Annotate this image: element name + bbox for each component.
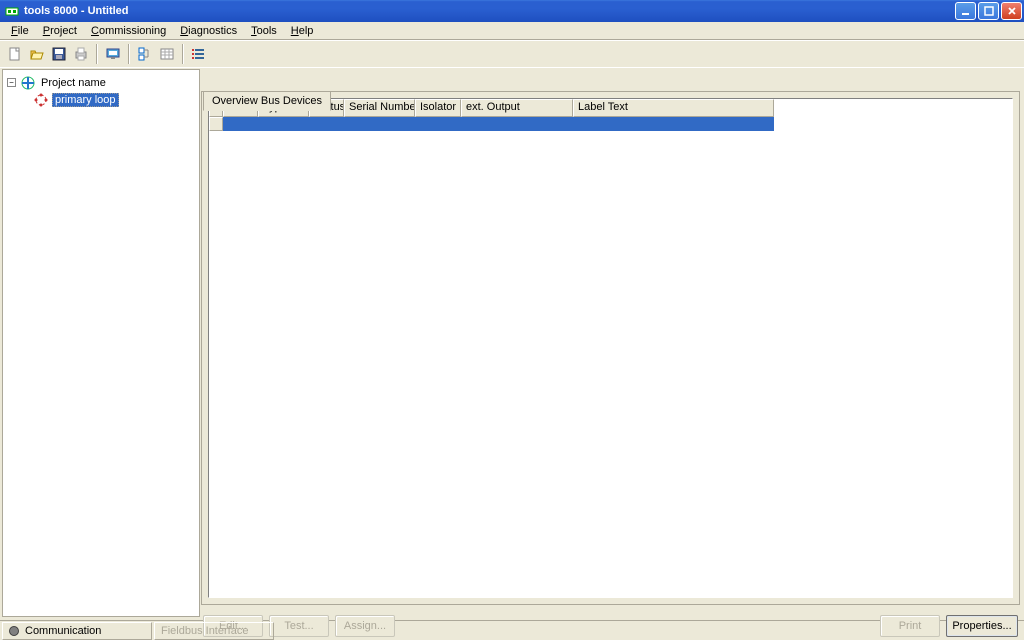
spacer bbox=[401, 615, 874, 637]
project-tree[interactable]: − Project name primary loop bbox=[3, 70, 199, 112]
save-icon[interactable] bbox=[49, 44, 69, 64]
grid-body bbox=[209, 131, 1012, 597]
col-label-text[interactable]: Label Text bbox=[573, 99, 774, 117]
cell-sa bbox=[223, 117, 258, 131]
assign-button[interactable]: Assign... bbox=[335, 615, 395, 637]
menu-help[interactable]: Help bbox=[284, 23, 321, 39]
menubar: File Project Commissioning Diagnostics T… bbox=[0, 22, 1024, 40]
col-serial[interactable]: Serial Number bbox=[344, 99, 415, 117]
tab-label: Overview Bus Devices bbox=[212, 95, 322, 107]
minimize-button[interactable] bbox=[955, 2, 976, 20]
tab-area: Overview Bus Devices SA Type Status Seri… bbox=[201, 91, 1020, 605]
tree-panel: − Project name primary loop bbox=[2, 69, 200, 617]
loop-icon bbox=[33, 92, 49, 108]
open-file-icon[interactable] bbox=[27, 44, 47, 64]
tree-child-row[interactable]: primary loop bbox=[7, 91, 195, 108]
status-communication: Communication bbox=[2, 622, 152, 640]
tree-root-row[interactable]: − Project name bbox=[7, 74, 195, 91]
print-button[interactable]: Print bbox=[880, 615, 940, 637]
col-ext-output[interactable]: ext. Output bbox=[461, 99, 573, 117]
cell-status bbox=[309, 117, 344, 131]
toolbar-separator bbox=[96, 44, 98, 64]
device-grid[interactable]: SA Type Status Serial Number Isolator ex… bbox=[208, 98, 1013, 598]
menu-diagnostics[interactable]: Diagnostics bbox=[173, 23, 244, 39]
new-file-icon[interactable] bbox=[5, 44, 25, 64]
menu-project[interactable]: Project bbox=[36, 23, 84, 39]
device-icon[interactable] bbox=[103, 44, 123, 64]
maximize-button[interactable] bbox=[978, 2, 999, 20]
print-icon[interactable] bbox=[71, 44, 91, 64]
test-button[interactable]: Test... bbox=[269, 615, 329, 637]
tab-overview[interactable]: Overview Bus Devices bbox=[203, 91, 331, 111]
grid-row-selected[interactable] bbox=[209, 117, 1012, 131]
grid-icon[interactable] bbox=[157, 44, 177, 64]
close-button[interactable] bbox=[1001, 2, 1022, 20]
cell-label-text bbox=[573, 117, 774, 131]
tab-content: SA Type Status Serial Number Isolator ex… bbox=[201, 91, 1020, 605]
tree-root-label: Project name bbox=[39, 77, 108, 89]
row-handle[interactable] bbox=[209, 117, 223, 131]
col-isolator[interactable]: Isolator bbox=[415, 99, 461, 117]
tree-child-label: primary loop bbox=[52, 93, 119, 107]
properties-button[interactable]: Properties... bbox=[946, 615, 1018, 637]
status-fieldbus: Fieldbus Interface bbox=[154, 622, 274, 640]
list-icon[interactable] bbox=[189, 44, 209, 64]
status-fb-label: Fieldbus Interface bbox=[161, 625, 248, 637]
menu-file[interactable]: File bbox=[4, 23, 36, 39]
app-icon bbox=[4, 3, 20, 19]
content-panel: Overview Bus Devices SA Type Status Seri… bbox=[201, 68, 1024, 620]
tree-collapse-icon[interactable]: − bbox=[7, 78, 16, 87]
titlebar: tools 8000 - Untitled bbox=[0, 0, 1024, 22]
toolbar bbox=[0, 40, 1024, 68]
cell-isolator bbox=[415, 117, 461, 131]
cell-serial bbox=[344, 117, 415, 131]
tree-expand-icon[interactable] bbox=[135, 44, 155, 64]
window-title: tools 8000 - Untitled bbox=[24, 5, 955, 17]
main-area: − Project name primary loop Overview Bus… bbox=[0, 68, 1024, 620]
cell-ext-output bbox=[461, 117, 573, 131]
window-buttons bbox=[955, 2, 1022, 20]
cell-type bbox=[258, 117, 309, 131]
menu-tools[interactable]: Tools bbox=[244, 23, 284, 39]
menu-commissioning[interactable]: Commissioning bbox=[84, 23, 173, 39]
toolbar-separator bbox=[182, 44, 184, 64]
comm-status-dot-icon bbox=[9, 626, 19, 636]
toolbar-separator bbox=[128, 44, 130, 64]
status-comm-label: Communication bbox=[25, 625, 101, 637]
button-row: Edit... Test... Assign... Print Properti… bbox=[201, 605, 1020, 639]
project-icon bbox=[20, 75, 36, 91]
